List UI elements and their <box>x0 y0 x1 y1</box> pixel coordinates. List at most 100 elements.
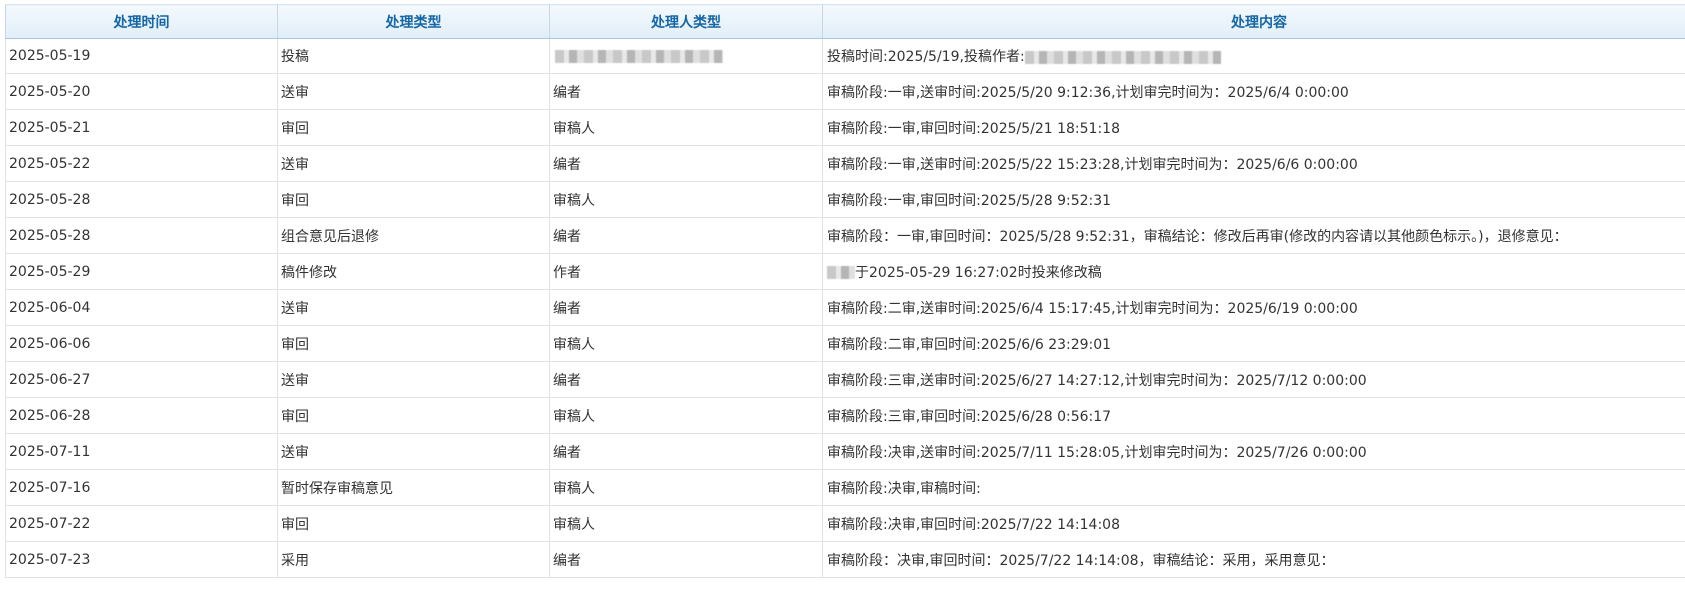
cell-content: 投稿时间:2025/5/19,投稿作者: <box>822 38 1685 74</box>
cell-type: 审回 <box>277 325 550 362</box>
cell-type: 送审 <box>277 433 550 470</box>
content-text: 审稿阶段:一审,送审时间:2025/5/20 9:12:36,计划审完时间为：2… <box>827 84 1349 101</box>
table-row[interactable]: 2025-07-16 暂时保存审稿意见 审稿人 审稿阶段:决审,审稿时间: <box>5 469 1685 506</box>
cell-type: 送审 <box>277 289 550 326</box>
cell-date: 2025-05-19 <box>5 38 278 74</box>
cell-type: 暂时保存审稿意见 <box>277 469 550 506</box>
table-row[interactable]: 2025-05-28 组合意见后退修 编者 审稿阶段：一审,审回时间：2025/5/2… <box>5 217 1685 254</box>
cell-date: 2025-05-29 <box>5 253 278 290</box>
content-text: 审稿阶段:三审,审回时间:2025/6/28 0:56:17 <box>827 408 1112 425</box>
table-row[interactable]: 2025-07-22 审回 审稿人 审稿阶段:决审,审回时间:2025/7/22 14… <box>5 505 1685 542</box>
cell-date: 2025-05-22 <box>5 145 278 182</box>
cell-content: 审稿阶段：决审,审回时间：2025/7/22 14:14:08，审稿结论：采用，… <box>822 541 1685 578</box>
cell-date: 2025-05-28 <box>5 217 278 254</box>
cell-handler-type: 编者 <box>549 541 823 578</box>
column-header-handler-type[interactable]: 处理人类型 <box>549 4 823 39</box>
cell-handler-type <box>549 38 823 74</box>
cell-date: 2025-05-21 <box>5 109 278 146</box>
cell-date: 2025-06-04 <box>5 289 278 326</box>
cell-date: 2025-07-11 <box>5 433 278 470</box>
content-text-suffix: 于2025-05-29 16:27:02时投来修改稿 <box>855 264 1102 281</box>
content-text: 投稿时间:2025/5/19,投稿作者: <box>827 49 1025 65</box>
cell-content: 审稿阶段:二审,审回时间:2025/6/6 23:29:01 <box>822 325 1685 362</box>
redacted-author-name <box>1024 50 1221 64</box>
table-row[interactable]: 2025-05-20 送审 编者 审稿阶段:一审,送审时间:2025/5/20 9:1… <box>5 73 1685 110</box>
cell-handler-type: 编者 <box>549 433 823 470</box>
content-text: 审稿阶段:二审,送审时间:2025/6/4 15:17:45,计划审完时间为：2… <box>827 300 1358 317</box>
column-header-time[interactable]: 处理时间 <box>5 4 278 39</box>
cell-handler-type: 编者 <box>549 361 823 398</box>
header-row: 处理时间 处理类型 处理人类型 处理内容 <box>5 4 1685 39</box>
cell-date: 2025-05-28 <box>5 181 278 218</box>
table-row[interactable]: 2025-06-27 送审 编者 审稿阶段:三审,送审时间:2025/6/27 14:… <box>5 361 1685 398</box>
cell-type: 审回 <box>277 181 550 218</box>
content-text: 审稿阶段:二审,审回时间:2025/6/6 23:29:01 <box>827 336 1112 353</box>
cell-content: 审稿阶段:一审,送审时间:2025/5/20 9:12:36,计划审完时间为：2… <box>822 73 1685 110</box>
history-table: 处理时间 处理类型 处理人类型 处理内容 2025-05-19 投稿 投稿时间:20… <box>5 4 1685 578</box>
cell-handler-type: 审稿人 <box>549 325 823 362</box>
cell-type: 稿件修改 <box>277 253 550 290</box>
cell-type: 组合意见后退修 <box>277 217 550 254</box>
content-text: 审稿阶段：一审,审回时间：2025/5/28 9:52:31，审稿结论：修改后再… <box>827 228 1568 245</box>
cell-content: 审稿阶段:三审,审回时间:2025/6/28 0:56:17 <box>822 397 1685 434</box>
content-text: 审稿阶段:一审,审回时间:2025/5/28 9:52:31 <box>827 192 1112 209</box>
content-text: 审稿阶段:决审,送审时间:2025/7/11 15:28:05,计划审完时间为：… <box>827 444 1367 461</box>
table-row[interactable]: 2025-05-22 送审 编者 审稿阶段:一审,送审时间:2025/5/22 15:… <box>5 145 1685 182</box>
cell-type: 送审 <box>277 73 550 110</box>
cell-content: 审稿阶段:决审,审稿时间: <box>822 469 1685 506</box>
cell-content: 审稿阶段:决审,审回时间:2025/7/22 14:14:08 <box>822 505 1685 542</box>
cell-handler-type: 编者 <box>549 289 823 326</box>
cell-type: 审回 <box>277 505 550 542</box>
table-row[interactable]: 2025-05-19 投稿 投稿时间:2025/5/19,投稿作者: <box>5 38 1685 74</box>
cell-handler-type: 编者 <box>549 73 823 110</box>
column-header-content[interactable]: 处理内容 <box>822 4 1685 39</box>
cell-type: 审回 <box>277 109 550 146</box>
cell-content: 审稿阶段:三审,送审时间:2025/6/27 14:27:12,计划审完时间为：… <box>822 361 1685 398</box>
cell-type: 采用 <box>277 541 550 578</box>
processing-history-grid: 处理时间 处理类型 处理人类型 处理内容 2025-05-19 投稿 投稿时间:20… <box>5 4 1685 615</box>
cell-content: 于2025-05-29 16:27:02时投来修改稿 <box>822 253 1685 290</box>
column-header-type[interactable]: 处理类型 <box>277 4 550 39</box>
content-text: 审稿阶段:决审,审回时间:2025/7/22 14:14:08 <box>827 516 1120 533</box>
cell-date: 2025-07-16 <box>5 469 278 506</box>
cell-content: 审稿阶段:一审,审回时间:2025/5/21 18:51:18 <box>822 109 1685 146</box>
content-text: 审稿阶段：决审,审回时间：2025/7/22 14:14:08，审稿结论：采用，… <box>827 552 1335 569</box>
redacted-author-name <box>827 266 855 279</box>
cell-handler-type: 作者 <box>549 253 823 290</box>
cell-content: 审稿阶段:一审,审回时间:2025/5/28 9:52:31 <box>822 181 1685 218</box>
table-row[interactable]: 2025-05-29 稿件修改 作者 于2025-05-29 16:27:02时投来修… <box>5 253 1685 290</box>
cell-content: 审稿阶段：一审,审回时间：2025/5/28 9:52:31，审稿结论：修改后再… <box>822 217 1685 254</box>
table-row[interactable]: 2025-06-28 审回 审稿人 审稿阶段:三审,审回时间:2025/6/28 0:… <box>5 397 1685 434</box>
redacted-handler-name <box>555 49 723 63</box>
cell-handler-type: 审稿人 <box>549 505 823 542</box>
cell-handler-type: 编者 <box>549 145 823 182</box>
cell-type: 送审 <box>277 361 550 398</box>
cell-handler-type: 审稿人 <box>549 109 823 146</box>
content-text: 审稿阶段:决审,审稿时间: <box>827 480 981 497</box>
cell-type: 送审 <box>277 145 550 182</box>
cell-handler-type: 审稿人 <box>549 181 823 218</box>
cell-content: 审稿阶段:一审,送审时间:2025/5/22 15:23:28,计划审完时间为：… <box>822 145 1685 182</box>
content-text: 审稿阶段:三审,送审时间:2025/6/27 14:27:12,计划审完时间为：… <box>827 372 1367 389</box>
table-row[interactable]: 2025-07-11 送审 编者 审稿阶段:决审,送审时间:2025/7/11 15:… <box>5 433 1685 470</box>
cell-handler-type: 审稿人 <box>549 469 823 506</box>
cell-date: 2025-06-27 <box>5 361 278 398</box>
cell-content: 审稿阶段:决审,送审时间:2025/7/11 15:28:05,计划审完时间为：… <box>822 433 1685 470</box>
cell-content: 审稿阶段:二审,送审时间:2025/6/4 15:17:45,计划审完时间为：2… <box>822 289 1685 326</box>
cell-date: 2025-07-22 <box>5 505 278 542</box>
table-row[interactable]: 2025-05-28 审回 审稿人 审稿阶段:一审,审回时间:2025/5/28 9:… <box>5 181 1685 218</box>
cell-date: 2025-07-23 <box>5 541 278 578</box>
table-row[interactable]: 2025-06-04 送审 编者 审稿阶段:二审,送审时间:2025/6/4 15:1… <box>5 289 1685 326</box>
cell-handler-type: 审稿人 <box>549 397 823 434</box>
cell-date: 2025-06-28 <box>5 397 278 434</box>
content-text: 审稿阶段:一审,送审时间:2025/5/22 15:23:28,计划审完时间为：… <box>827 156 1358 173</box>
cell-handler-type: 编者 <box>549 217 823 254</box>
table-row[interactable]: 2025-06-06 审回 审稿人 审稿阶段:二审,审回时间:2025/6/6 23:… <box>5 325 1685 362</box>
table-row[interactable]: 2025-05-21 审回 审稿人 审稿阶段:一审,审回时间:2025/5/21 18… <box>5 109 1685 146</box>
table-row[interactable]: 2025-07-23 采用 编者 审稿阶段：决审,审回时间：2025/7/22 14:… <box>5 541 1685 578</box>
cell-date: 2025-05-20 <box>5 73 278 110</box>
cell-date: 2025-06-06 <box>5 325 278 362</box>
content-text: 审稿阶段:一审,审回时间:2025/5/21 18:51:18 <box>827 120 1120 137</box>
table-body: 2025-05-19 投稿 投稿时间:2025/5/19,投稿作者: 2025-05-… <box>5 38 1685 578</box>
cell-type: 投稿 <box>277 38 550 74</box>
